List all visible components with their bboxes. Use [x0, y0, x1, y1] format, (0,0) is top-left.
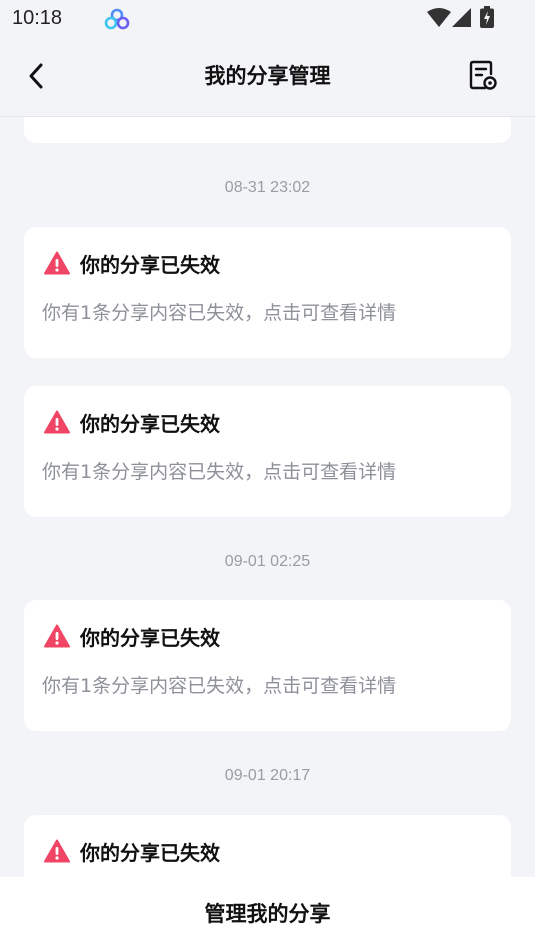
warning-icon	[44, 410, 70, 434]
status-time: 10:18	[12, 7, 63, 29]
timestamp: 08-31 23:02	[224, 179, 311, 196]
message-card[interactable]: 你的分享已失效 你有1条分享内容已失效，点击可查看详情	[24, 600, 511, 731]
message-card[interactable]: 你的分享已失效 你有1条分享内容已失效，点击可查看详情	[24, 227, 511, 358]
card-title: 你的分享已失效	[80, 625, 220, 650]
message-card[interactable]: 你的分享已失效 你有1条分享内容已失效，点击可查看详情	[24, 386, 511, 517]
warning-icon	[44, 839, 70, 863]
card-title: 你的分享已失效	[80, 411, 220, 436]
wifi-icon	[427, 8, 451, 27]
warning-icon	[44, 624, 70, 648]
card-description: 你有1条分享内容已失效，点击可查看详情	[42, 461, 397, 483]
cloud-drive-icon	[104, 8, 130, 30]
manage-my-shares-button[interactable]: 管理我的分享	[0, 877, 535, 951]
page-title: 我的分享管理	[204, 64, 331, 88]
card-title: 你的分享已失效	[80, 252, 220, 277]
timestamp: 09-01 20:17	[224, 767, 311, 784]
message-card-partial[interactable]	[24, 117, 511, 143]
signal-icon	[452, 8, 471, 27]
card-description: 你有1条分享内容已失效，点击可查看详情	[42, 675, 397, 697]
share-record-button[interactable]	[466, 58, 502, 94]
card-description: 你有1条分享内容已失效，点击可查看详情	[42, 302, 397, 324]
message-card[interactable]: 你的分享已失效	[24, 815, 511, 877]
message-list[interactable]: 08-31 23:02 你的分享已失效 你有1条分享内容已失效，点击可查看详情 …	[0, 117, 535, 877]
card-title: 你的分享已失效	[80, 840, 220, 865]
header: 我的分享管理	[0, 36, 535, 117]
manage-my-shares-label: 管理我的分享	[204, 902, 331, 926]
share-record-settings-icon	[469, 60, 497, 90]
warning-icon	[44, 251, 70, 275]
timestamp: 09-01 02:25	[224, 553, 311, 570]
status-bar: 10:18	[0, 0, 535, 36]
battery-charging-icon	[480, 6, 494, 28]
